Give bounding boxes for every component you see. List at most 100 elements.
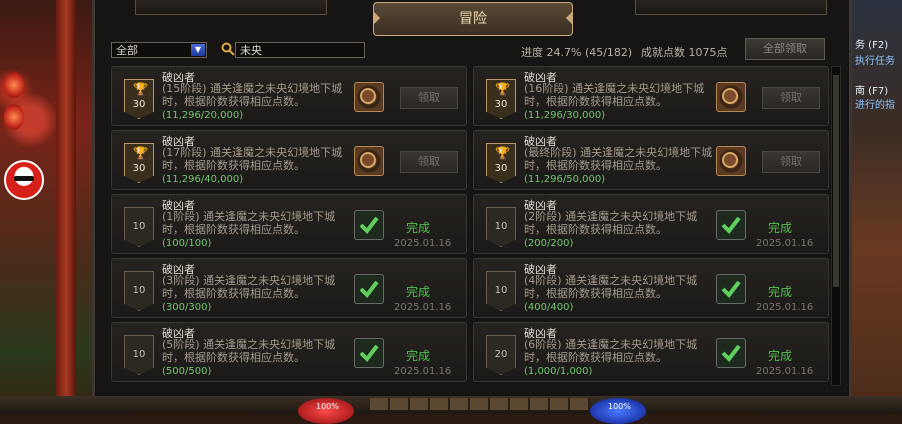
scrollbar-thumb[interactable] (833, 75, 839, 287)
achievement-card[interactable]: 10 破凶者 (1阶段) 通关逢魔之未央幻境地下城时，根据阶数获得相应点数。 (100… (111, 194, 467, 254)
achievement-list: 🏆 30 破凶者 (15阶段) 通关逢魔之未央幻境地下城时，根据阶数获得相应点数。 (1… (111, 66, 831, 386)
achievement-card[interactable]: 🏆 30 破凶者 (16阶段) 通关逢魔之未央幻境地下城时，根据阶数获得相应点数。 (1… (473, 66, 829, 126)
quest-hint: 执行任务 (855, 56, 895, 67)
achievement-desc: (5阶段) 通关逢魔之未央幻境地下城时，根据阶数获得相应点数。 (162, 338, 336, 364)
achievement-count: (11,296/30,000) (524, 110, 606, 121)
badge-points: 30 (494, 163, 508, 174)
achievement-badge: 10 (124, 207, 154, 247)
reward-emblem-icon (722, 88, 738, 104)
completed-status: 完成 (406, 285, 431, 299)
completion-date: 2025.01.16 (756, 366, 814, 377)
quest-shortcut[interactable]: 务 (F2) (855, 36, 888, 51)
achievement-count: (300/300) (162, 302, 212, 313)
reward-icon[interactable] (354, 146, 384, 176)
tab-right[interactable] (635, 0, 827, 15)
achievement-count: (500/500) (162, 366, 212, 377)
dropdown-arrow-icon[interactable]: ▼ (191, 44, 205, 56)
reward-icon[interactable] (716, 82, 746, 112)
completion-date: 2025.01.16 (394, 238, 452, 249)
badge-points: 20 (494, 349, 508, 360)
category-select-value: 全部 (116, 44, 138, 57)
tab-left[interactable] (135, 0, 327, 15)
guide-shortcut[interactable]: 南 (F7) (855, 82, 888, 97)
achievement-desc: (2阶段) 通关逢魔之未央幻境地下城时，根据阶数获得相应点数。 (524, 210, 698, 236)
badge-points: 30 (132, 163, 146, 174)
achievement-desc: (15阶段) 通关逢魔之未央幻境地下城时，根据阶数获得相应点数。 (162, 82, 343, 108)
search-icon (221, 42, 235, 56)
completed-check-icon (716, 210, 746, 240)
completion-date: 2025.01.16 (394, 366, 452, 377)
badge-points: 10 (494, 221, 508, 232)
reward-emblem-icon (360, 152, 376, 168)
trophy-icon: 🏆 (495, 82, 510, 96)
achievement-badge: 10 (486, 207, 516, 247)
search-input[interactable]: 未央 (235, 42, 365, 58)
points-text: 成就点数 1075点 (641, 44, 728, 60)
claim-button[interactable]: 领取 (400, 151, 458, 173)
completed-check-icon (354, 210, 384, 240)
achievement-count: (11,296/50,000) (524, 174, 606, 185)
progress-value: 24.7% (45/182) (546, 46, 633, 59)
badge-points: 10 (132, 349, 146, 360)
completion-date: 2025.01.16 (756, 238, 814, 249)
achievement-badge: 🏆 30 (124, 79, 154, 119)
sunglasses-icon (14, 176, 34, 181)
completed-check-icon (354, 338, 384, 368)
points-value: 1075点 (688, 46, 728, 59)
achievement-count: (100/100) (162, 238, 212, 249)
achievement-card[interactable]: 10 破凶者 (3阶段) 通关逢魔之未央幻境地下城时，根据阶数获得相应点数。 (300… (111, 258, 467, 318)
completed-check-icon (716, 338, 746, 368)
badge-points: 30 (132, 99, 146, 110)
achievement-badge: 🏆 30 (486, 143, 516, 183)
completed-status: 完成 (768, 285, 793, 299)
achievement-card[interactable]: 🏆 30 破凶者 (17阶段) 通关逢魔之未央幻境地下城时，根据阶数获得相应点数。 (1… (111, 130, 467, 190)
achievement-card[interactable]: 10 破凶者 (5阶段) 通关逢魔之未央幻境地下城时，根据阶数获得相应点数。 (500… (111, 322, 467, 382)
achievement-badge: 10 (486, 271, 516, 311)
character-avatar[interactable] (4, 160, 44, 200)
reward-emblem-icon (360, 88, 376, 104)
lantern-icon (4, 104, 24, 130)
trophy-icon: 🏆 (133, 146, 148, 160)
achievement-desc: (16阶段) 通关逢魔之未央幻境地下城时，根据阶数获得相应点数。 (524, 82, 705, 108)
achievement-count: (1,000/1,000) (524, 366, 593, 377)
achievement-card[interactable]: 🏆 30 破凶者 (15阶段) 通关逢魔之未央幻境地下城时，根据阶数获得相应点数。 (1… (111, 66, 467, 126)
achievement-desc: (3阶段) 通关逢魔之未央幻境地下城时，根据阶数获得相应点数。 (162, 274, 336, 300)
trophy-icon: 🏆 (133, 82, 148, 96)
achievement-badge: 10 (124, 335, 154, 375)
achievement-count: (11,296/40,000) (162, 174, 244, 185)
mp-percent: 100% (608, 402, 631, 411)
achievement-badge: 🏆 30 (486, 79, 516, 119)
achievement-count: (400/400) (524, 302, 574, 313)
achievement-count: (200/200) (524, 238, 574, 249)
achievement-card[interactable]: 10 破凶者 (4阶段) 通关逢魔之未央幻境地下城时，根据阶数获得相应点数。 (400… (473, 258, 829, 318)
category-select[interactable]: 全部 ▼ (111, 42, 207, 58)
claim-button[interactable]: 领取 (400, 87, 458, 109)
achievement-badge: 20 (486, 335, 516, 375)
achievement-card[interactable]: 10 破凶者 (2阶段) 通关逢魔之未央幻境地下城时，根据阶数获得相应点数。 (200… (473, 194, 829, 254)
guide-hint: 进行的指 (855, 100, 895, 111)
claim-button[interactable]: 领取 (762, 151, 820, 173)
badge-points: 10 (494, 285, 508, 296)
reward-icon[interactable] (354, 82, 384, 112)
achievement-desc: (17阶段) 通关逢魔之未央幻境地下城时，根据阶数获得相应点数。 (162, 146, 343, 172)
tab-adventure[interactable]: 冒险 (373, 2, 573, 36)
badge-points: 30 (494, 99, 508, 110)
achievement-badge: 🏆 30 (124, 143, 154, 183)
achievement-card[interactable]: 20 破凶者 (6阶段) 通关逢魔之未央幻境地下城时，根据阶数获得相应点数。 (1,0… (473, 322, 829, 382)
claim-button[interactable]: 领取 (762, 87, 820, 109)
completed-check-icon (354, 274, 384, 304)
trophy-icon: 🏆 (495, 146, 510, 160)
completed-status: 完成 (768, 221, 793, 235)
reward-icon[interactable] (716, 146, 746, 176)
achievement-badge: 10 (124, 271, 154, 311)
achievement-card[interactable]: 🏆 30 破凶者 (最终阶段) 通关逢魔之未央幻境地下城时，根据阶数获得相应点数。 (1… (473, 130, 829, 190)
completion-date: 2025.01.16 (756, 302, 814, 313)
scrollbar[interactable] (831, 66, 841, 386)
reward-emblem-icon (722, 152, 738, 168)
skill-bar[interactable] (370, 398, 590, 410)
claim-all-button[interactable]: 全部领取 (745, 38, 825, 60)
achievement-panel: 冒险 全部 ▼ 未央 进度 24.7% (45/182) 成就点数 1075点 … (92, 0, 852, 396)
progress-text: 进度 24.7% (45/182) (521, 44, 632, 60)
bottom-hud: 100% 100% (0, 396, 902, 424)
points-label: 成就点数 (641, 46, 685, 59)
